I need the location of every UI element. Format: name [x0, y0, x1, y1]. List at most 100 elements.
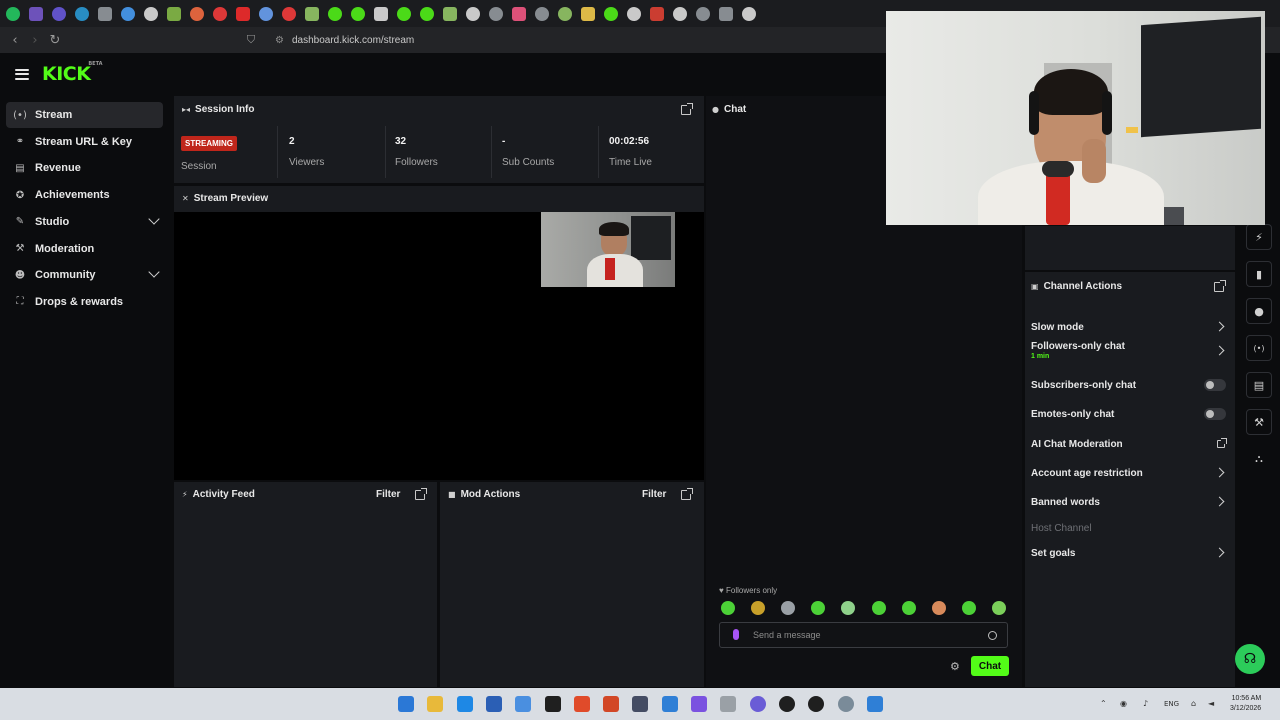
browser-tab-icon[interactable] [213, 6, 227, 21]
sidebar-item-stream[interactable]: (•) Stream [6, 102, 163, 128]
browser-tab-icon[interactable] [190, 6, 204, 21]
chevron-down-icon[interactable] [148, 213, 160, 225]
channel-action-followers-only-chat[interactable]: Followers-only chat [1031, 341, 1125, 352]
kick-logo[interactable]: KICK BETA [42, 61, 102, 85]
filter-button[interactable]: Filter [642, 489, 666, 500]
browser-tab-icon[interactable] [6, 6, 20, 21]
sidebar-item-community[interactable]: ☻ Community [6, 262, 163, 288]
chevron-right-icon[interactable] [1214, 321, 1225, 332]
taskbar-app-icon[interactable] [456, 696, 473, 712]
layout-icon[interactable]: ▤ [1246, 372, 1272, 398]
taskbar-app-icon[interactable] [720, 696, 737, 712]
browser-tab-icon[interactable] [604, 6, 618, 21]
browser-tab-icon[interactable] [650, 6, 664, 21]
browser-tab-icon[interactable] [259, 6, 273, 21]
wifi-icon[interactable]: ⌂ [1191, 699, 1196, 708]
taskbar-app-icon[interactable] [427, 696, 444, 712]
list-icon[interactable]: ▮ [1246, 261, 1272, 287]
emote-icon[interactable] [991, 601, 1006, 615]
sidebar-item-studio[interactable]: ✎ Studio [6, 209, 163, 235]
browser-tab-icon[interactable] [696, 6, 710, 21]
channel-action-account-age-restriction[interactable]: Account age restriction [1031, 468, 1143, 479]
support-chat-icon[interactable]: ☊ [1235, 644, 1265, 674]
taskbar-app-icon[interactable] [661, 696, 678, 712]
taskbar-app-icon[interactable] [808, 696, 825, 712]
chevron-right-icon[interactable] [1214, 547, 1225, 558]
browser-tab-icon[interactable] [52, 6, 66, 21]
browser-tab-icon[interactable] [443, 6, 457, 21]
sidebar-item-moderation[interactable]: ⚒ Moderation [6, 236, 163, 262]
taskbar-app-icon[interactable] [749, 696, 766, 712]
taskbar-app-icon[interactable] [778, 696, 795, 712]
channel-action-banned-words[interactable]: Banned words [1031, 497, 1100, 508]
browser-tab-icon[interactable] [627, 6, 641, 21]
taskbar-app-icon[interactable] [485, 696, 502, 712]
browser-tab-icon[interactable] [719, 6, 733, 21]
volume-icon[interactable]: ◄ [1208, 699, 1214, 708]
channel-action-ai-chat-moderation[interactable]: AI Chat Moderation [1031, 439, 1123, 450]
browser-tab-icon[interactable] [512, 6, 526, 21]
sidebar-item-revenue[interactable]: ▤ Revenue [6, 155, 163, 181]
broadcast-icon[interactable]: (•) [1246, 335, 1272, 361]
popout-icon[interactable] [681, 103, 693, 115]
emote-icon[interactable] [901, 601, 916, 615]
send-chat-button[interactable]: Chat [971, 656, 1009, 676]
browser-tab-icon[interactable] [121, 6, 135, 21]
emote-icon[interactable] [751, 601, 766, 615]
sidebar-item-achievements[interactable]: ✪ Achievements [6, 182, 163, 208]
chevron-up-icon[interactable]: ⌃ [1100, 699, 1107, 708]
emote-icon[interactable] [931, 601, 946, 615]
chevron-down-icon[interactable] [148, 266, 160, 278]
browser-tab-icon[interactable] [558, 6, 572, 21]
browser-tab-icon[interactable] [742, 6, 756, 21]
close-icon[interactable]: ✕ [182, 194, 189, 203]
bolt-icon[interactable]: ⚡ [1246, 224, 1272, 250]
back-icon[interactable]: ‹ [5, 30, 25, 50]
browser-tab-icon[interactable] [29, 6, 43, 21]
clock[interactable]: 10:56 AM 3/12/2026 [1230, 694, 1261, 714]
browser-tab-icon[interactable] [535, 6, 549, 21]
filter-button[interactable]: Filter [376, 489, 400, 500]
taskbar-app-icon[interactable] [515, 696, 532, 712]
emote-icon[interactable] [871, 601, 886, 615]
chat-settings-icon[interactable]: ⚙ [950, 660, 960, 673]
browser-tab-icon[interactable] [236, 6, 250, 21]
reload-icon[interactable]: ↻ [45, 30, 65, 50]
browser-tab-icon[interactable] [397, 6, 411, 21]
popout-icon[interactable] [681, 488, 693, 500]
sidebar-item-stream-url-key[interactable]: ⚭ Stream URL & Key [6, 129, 163, 155]
mic-icon[interactable]: ♪ [1143, 699, 1148, 708]
mic-icon[interactable] [733, 629, 739, 640]
sidebar-item-drops-rewards[interactable]: ⛶ Drops & rewards [6, 289, 163, 315]
share-icon[interactable]: ⛬ [1246, 446, 1272, 472]
browser-tab-icon[interactable] [167, 6, 181, 21]
emoji-icon[interactable] [988, 631, 997, 640]
browser-tab-icon[interactable] [328, 6, 342, 21]
chevron-right-icon[interactable] [1214, 496, 1225, 507]
external-link-icon[interactable] [1217, 438, 1227, 448]
browser-tab-icon[interactable] [351, 6, 365, 21]
bookmark-icon[interactable]: ⛉ [241, 30, 261, 50]
emote-icon[interactable] [721, 601, 735, 615]
wrench-icon[interactable]: ⚒ [1246, 409, 1272, 435]
taskbar-app-icon[interactable] [691, 696, 707, 712]
channel-action-set-goals[interactable]: Set goals [1031, 548, 1075, 559]
browser-tab-icon[interactable] [305, 6, 319, 21]
chat-icon[interactable]: ● [1246, 298, 1272, 324]
browser-tab-icon[interactable] [673, 6, 687, 21]
chevron-right-icon[interactable] [1214, 345, 1225, 356]
browser-tab-icon[interactable] [282, 6, 296, 21]
channel-action-subscribers-only-chat[interactable]: Subscribers-only chat [1031, 380, 1136, 391]
emote-icon[interactable] [961, 601, 976, 615]
taskbar-app-icon[interactable] [632, 696, 649, 712]
forward-icon[interactable]: › [25, 30, 45, 50]
channel-action-slow-mode[interactable]: Slow mode [1031, 322, 1084, 333]
taskbar-app-icon[interactable] [544, 696, 561, 712]
browser-tab-icon[interactable] [420, 6, 434, 21]
chevron-right-icon[interactable] [1214, 467, 1225, 478]
taskbar-app-icon[interactable] [573, 696, 590, 712]
browser-tab-icon[interactable] [144, 6, 158, 21]
chat-input[interactable]: Send a message [719, 622, 1008, 648]
site-info-icon[interactable]: ⚙ [275, 35, 284, 46]
taskbar-app-icon[interactable] [603, 696, 620, 712]
